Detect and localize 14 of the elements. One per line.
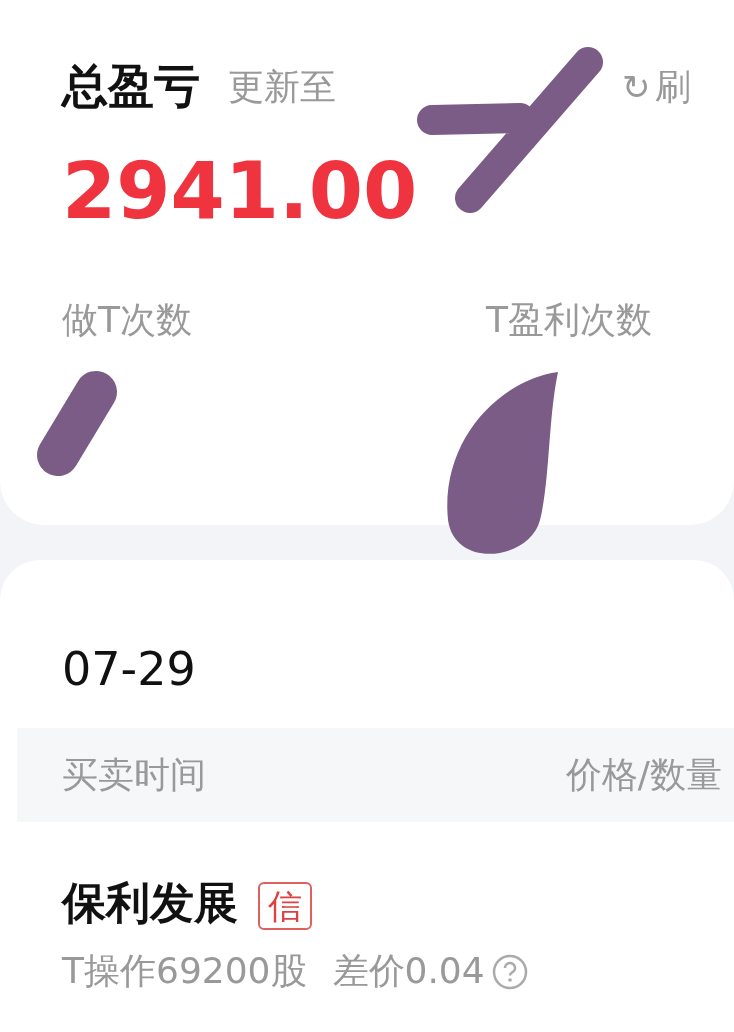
date: 07-29 (62, 642, 197, 696)
update-time-label: 更新至 (228, 64, 336, 109)
stat-label: T盈利次数 (486, 299, 652, 340)
help-icon[interactable] (490, 952, 529, 991)
column-header: 价格/数量 (565, 752, 722, 797)
title: 总盈亏 (62, 58, 200, 115)
spread: 差价0.04 (332, 949, 485, 993)
stat-label: 做T次数 (62, 299, 192, 340)
refresh-button[interactable]: ↻刷 (622, 62, 691, 112)
trade-detail: T操作69200股 (62, 949, 307, 993)
column-header: 买卖时间 (62, 752, 206, 797)
total-profit: 2941.00 (62, 146, 419, 236)
tag: 信 (258, 882, 312, 930)
stock-name: 保利发展 (62, 877, 238, 928)
